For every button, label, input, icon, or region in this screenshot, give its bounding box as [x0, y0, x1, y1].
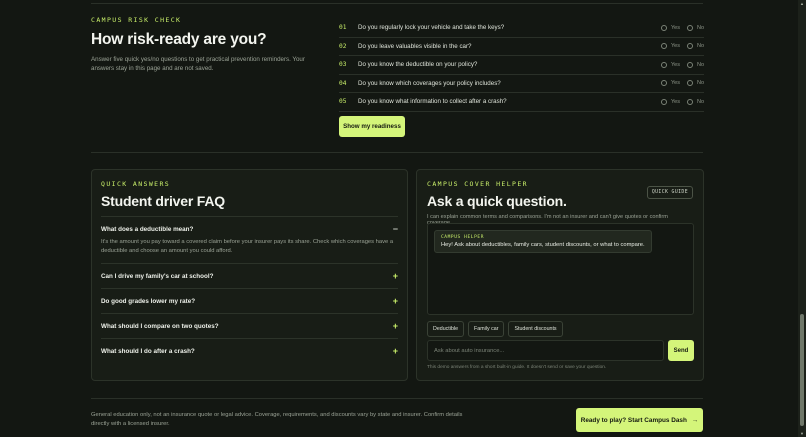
- faq-item: What does a deductible mean? − It's the …: [101, 216, 398, 263]
- expand-icon[interactable]: +: [393, 271, 398, 281]
- faq-question-text: What should I compare on two quotes?: [101, 322, 219, 330]
- scrollbar[interactable]: ▲ ▼: [798, 0, 806, 437]
- expand-icon[interactable]: +: [393, 321, 398, 331]
- suggestion-chips: Deductible Family car Student discounts: [427, 321, 563, 337]
- section-divider: [91, 152, 703, 153]
- no-label: No: [696, 24, 704, 31]
- question-text: Do you know which coverages your policy …: [358, 79, 501, 87]
- cover-helper-panel: CAMPUS COVER HELPER Ask a quick question…: [416, 169, 704, 381]
- no-label: No: [696, 80, 704, 87]
- yes-option[interactable]: Yes: [660, 80, 680, 87]
- radio-icon[interactable]: [686, 80, 693, 87]
- risk-question-row: 04 Do you know which coverages your poli…: [339, 75, 704, 93]
- chip-student-discounts[interactable]: Student discounts: [508, 321, 563, 337]
- yes-option[interactable]: Yes: [660, 43, 680, 50]
- faq-question[interactable]: Do good grades lower my rate? +: [101, 289, 398, 313]
- footer-divider: [91, 398, 703, 399]
- no-label: No: [696, 98, 704, 105]
- top-divider: [91, 3, 703, 4]
- radio-icon[interactable]: [660, 98, 667, 105]
- helper-note: This demo answers from a short built-in …: [427, 365, 607, 370]
- faq-question-text: Can I drive my family's car at school?: [101, 272, 214, 280]
- faq-question[interactable]: What should I do after a crash? +: [101, 339, 398, 363]
- scroll-down-icon[interactable]: ▼: [799, 431, 805, 436]
- risk-check-intro: CAMPUS RISK CHECK How risk-ready are you…: [91, 16, 316, 73]
- chip-deductible[interactable]: Deductible: [427, 321, 465, 337]
- faq-question-text: Do good grades lower my rate?: [101, 297, 196, 305]
- question-text: Do you know the deductible on your polic…: [358, 61, 478, 69]
- faq-eyebrow: QUICK ANSWERS: [101, 180, 171, 188]
- ask-input[interactable]: [427, 340, 664, 361]
- faq-item: Do good grades lower my rate? +: [101, 288, 398, 313]
- risk-question-list: 01 Do you regularly lock your vehicle an…: [339, 19, 704, 112]
- faq-question-text: What should I do after a crash?: [101, 347, 195, 355]
- question-text: Do you know what information to collect …: [358, 98, 507, 106]
- no-option[interactable]: No: [686, 24, 704, 31]
- message-sender: CAMPUS HELPER: [441, 235, 485, 240]
- radio-icon[interactable]: [686, 61, 693, 68]
- risk-question-row: 01 Do you regularly lock your vehicle an…: [339, 19, 704, 38]
- risk-question-row: 03 Do you know the deductible on your po…: [339, 56, 704, 75]
- no-option[interactable]: No: [686, 80, 704, 87]
- faq-title: Student driver FAQ: [101, 193, 225, 209]
- question-number: 03: [339, 61, 347, 69]
- chip-family-car[interactable]: Family car: [468, 321, 505, 337]
- risk-check-title: How risk-ready are you?: [91, 31, 267, 48]
- radio-icon[interactable]: [686, 98, 693, 105]
- faq-item: What should I compare on two quotes? +: [101, 313, 398, 338]
- faq-question[interactable]: Can I drive my family's car at school? +: [101, 264, 398, 288]
- risk-question-row: 02 Do you leave valuables visible in the…: [339, 38, 704, 56]
- question-number: 02: [339, 42, 347, 50]
- expand-icon[interactable]: +: [393, 346, 398, 356]
- risk-check-description: Answer five quick yes/no questions to ge…: [91, 56, 305, 72]
- faq-panel: QUICK ANSWERS Student driver FAQ What do…: [91, 169, 408, 381]
- radio-icon[interactable]: [686, 43, 693, 50]
- question-number: 01: [339, 24, 347, 32]
- question-text: Do you regularly lock your vehicle and t…: [358, 24, 505, 32]
- yes-label: Yes: [670, 24, 680, 31]
- no-option[interactable]: No: [686, 61, 704, 68]
- scroll-up-icon[interactable]: ▲: [799, 1, 805, 6]
- quick-guide-badge: QUICK GUIDE: [646, 186, 693, 199]
- footer-disclaimer: General education only, not an insurance…: [91, 412, 463, 427]
- radio-icon[interactable]: [660, 80, 667, 87]
- yes-option[interactable]: Yes: [660, 61, 680, 68]
- expand-icon[interactable]: +: [393, 296, 398, 306]
- no-label: No: [696, 61, 704, 68]
- yes-option[interactable]: Yes: [660, 24, 680, 31]
- yes-label: Yes: [670, 61, 680, 68]
- cta-label: Ready to play? Start Campus Dash: [580, 416, 687, 424]
- no-label: No: [696, 43, 704, 50]
- faq-item: What should I do after a crash? +: [101, 338, 398, 363]
- assistant-message: CAMPUS HELPER Hey! Ask about deductibles…: [434, 230, 652, 253]
- scroll-thumb[interactable]: [800, 314, 804, 426]
- no-option[interactable]: No: [686, 43, 704, 50]
- risk-question-row: 05 Do you know what information to colle…: [339, 93, 704, 112]
- faq-question-text: What does a deductible mean?: [101, 225, 194, 233]
- chat-log[interactable]: CAMPUS HELPER Hey! Ask about deductibles…: [427, 223, 694, 315]
- radio-icon[interactable]: [660, 61, 667, 68]
- yes-label: Yes: [670, 98, 680, 105]
- radio-icon[interactable]: [686, 24, 693, 31]
- faq-question[interactable]: What should I compare on two quotes? +: [101, 314, 398, 338]
- yes-label: Yes: [670, 43, 680, 50]
- risk-check-eyebrow: CAMPUS RISK CHECK: [91, 16, 182, 24]
- yes-option[interactable]: Yes: [660, 98, 680, 105]
- start-campus-dash-button[interactable]: Ready to play? Start Campus Dash →: [576, 408, 703, 432]
- radio-icon[interactable]: [660, 43, 667, 50]
- faq-answer: It's the amount you pay toward a covered…: [101, 239, 394, 254]
- question-number: 05: [339, 98, 347, 106]
- collapse-icon[interactable]: −: [393, 224, 398, 234]
- radio-icon[interactable]: [660, 24, 667, 31]
- show-readiness-button[interactable]: Show my readiness: [339, 116, 405, 137]
- question-number: 04: [339, 79, 347, 87]
- arrow-right-icon: →: [691, 416, 699, 424]
- no-option[interactable]: No: [686, 98, 704, 105]
- send-button[interactable]: Send: [668, 340, 694, 361]
- question-text: Do you leave valuables visible in the ca…: [358, 42, 472, 50]
- message-text: Hey! Ask about deductibles, family cars,…: [441, 242, 645, 248]
- faq-item: Can I drive my family's car at school? +: [101, 263, 398, 288]
- yes-label: Yes: [670, 80, 680, 87]
